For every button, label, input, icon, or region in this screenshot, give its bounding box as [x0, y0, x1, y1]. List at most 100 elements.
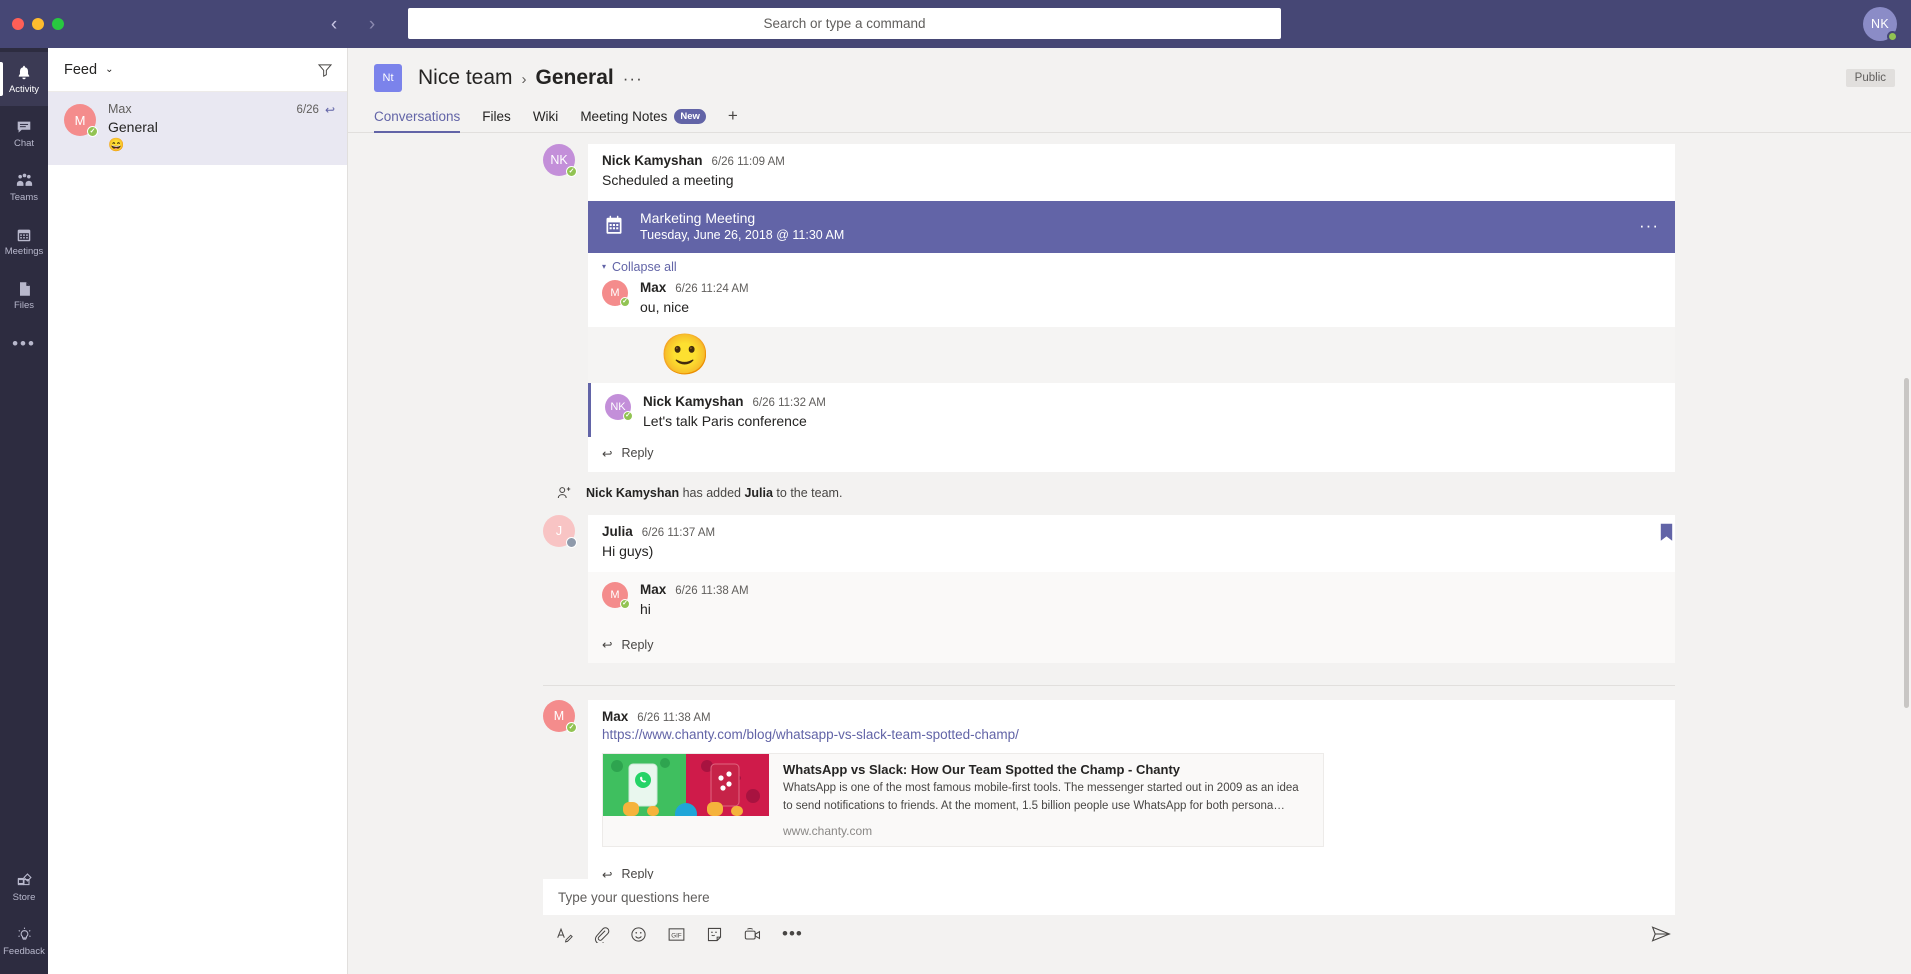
- reply-arrow-icon: ↩: [602, 637, 612, 652]
- sidebar-item-label: Feedback: [3, 947, 45, 957]
- reply-label: Reply: [621, 446, 653, 460]
- page-title: Feed: [64, 62, 97, 78]
- sidebar-item-label: Files: [14, 301, 34, 311]
- maximize-window-button[interactable]: [52, 18, 64, 30]
- sidebar-item-feedback[interactable]: Feedback: [0, 914, 48, 968]
- teams-icon: [15, 172, 34, 191]
- send-icon[interactable]: [1651, 925, 1675, 943]
- list-item-author: Max: [108, 102, 132, 116]
- back-button[interactable]: ‹: [324, 15, 344, 34]
- format-text-icon[interactable]: [556, 926, 573, 943]
- sidebar-item-label: Store: [13, 893, 36, 903]
- message-text: Scheduled a meeting: [602, 171, 1661, 190]
- sidebar-item-activity[interactable]: Activity: [0, 52, 48, 106]
- gif-icon[interactable]: GIF: [667, 926, 686, 943]
- check-icon: ✓: [569, 724, 575, 731]
- message-timestamp: 6/26 11:24 AM: [675, 283, 748, 295]
- calendar-icon: [604, 215, 624, 236]
- more-icon[interactable]: •••: [782, 924, 803, 944]
- message-reply-body: Max 6/26 11:38 AM hi: [640, 582, 749, 619]
- list-item[interactable]: M ✓ Max 6/26 ↩ General 😄: [48, 92, 347, 165]
- link-preview-card[interactable]: WhatsApp vs Slack: How Our Team Spotted …: [602, 753, 1324, 847]
- minimize-window-button[interactable]: [32, 18, 44, 30]
- system-message-actor: Nick Kamyshan: [586, 486, 679, 500]
- meet-now-icon[interactable]: [743, 926, 762, 943]
- sidebar-item-teams[interactable]: Teams: [0, 160, 48, 214]
- message-link[interactable]: https://www.chanty.com/blog/whatsapp-vs-…: [602, 727, 1661, 742]
- avatar: NK ✓: [543, 144, 575, 176]
- message-header: Nick Kamyshan 6/26 11:09 AM: [602, 153, 1661, 168]
- message: M ✓ Max 6/26 11:38 AM https://www.chanty…: [348, 700, 1911, 879]
- thread: M ✓ Max 6/26 11:38 AM https://www.chanty…: [348, 700, 1911, 879]
- attach-icon[interactable]: [593, 926, 610, 943]
- conversation-list[interactable]: NK ✓ Nick Kamyshan 6/26 11:09 AM Schedul…: [348, 144, 1911, 879]
- meeting-more-options-button[interactable]: ···: [1639, 216, 1659, 236]
- title-bar: ‹ › NK: [0, 0, 1911, 48]
- message-reply: NK ✓ Nick Kamyshan 6/26 11:32 AM: [588, 383, 1675, 437]
- add-tab-button[interactable]: +: [728, 106, 738, 126]
- tab-conversations[interactable]: Conversations: [374, 100, 460, 133]
- channel-more-options-button[interactable]: ···: [623, 69, 643, 89]
- message-content: Max 6/26 11:38 AM https://www.chanty.com…: [588, 700, 1675, 858]
- tab-wiki[interactable]: Wiki: [533, 100, 559, 133]
- reply-button[interactable]: ↩ Reply: [588, 628, 1675, 663]
- bookmark-icon[interactable]: [1660, 523, 1673, 542]
- check-icon: ✓: [622, 298, 628, 305]
- filter-icon[interactable]: [317, 62, 333, 78]
- message-bubble: Julia 6/26 11:37 AM Hi guys) M ✓: [588, 515, 1675, 664]
- avatar: M ✓: [543, 700, 575, 732]
- message-content: Julia 6/26 11:37 AM Hi guys): [588, 515, 1675, 572]
- compose-box[interactable]: [543, 879, 1675, 915]
- avatar-initials: M: [554, 709, 564, 723]
- message-text: ou, nice: [640, 298, 749, 317]
- presence-indicator: ✓: [566, 166, 577, 177]
- avatar-initials: M: [610, 287, 619, 299]
- reply-button[interactable]: ↩ Reply: [588, 858, 1675, 879]
- search-bar[interactable]: [408, 8, 1281, 39]
- search-input[interactable]: [408, 8, 1281, 39]
- breadcrumb-team[interactable]: Nice team: [418, 66, 513, 90]
- sidebar-item-chat[interactable]: Chat: [0, 106, 48, 160]
- collapse-all-button[interactable]: ▾ Collapse all: [588, 253, 1675, 280]
- avatar-initials: NK: [550, 153, 567, 167]
- close-window-button[interactable]: [12, 18, 24, 30]
- add-person-icon: [556, 486, 573, 501]
- sidebar-item-store[interactable]: Store: [0, 860, 48, 914]
- thread: J Julia 6/26 11:37 AM Hi guys): [348, 515, 1911, 664]
- avatar: M ✓: [602, 582, 628, 608]
- rail-bottom-group: Store Feedback: [0, 860, 48, 968]
- link-preview-title: WhatsApp vs Slack: How Our Team Spotted …: [783, 762, 1311, 777]
- channel-pane: Nt Nice team › General ··· Public Conver…: [348, 48, 1911, 974]
- tab-meeting-notes[interactable]: Meeting Notes New: [580, 100, 706, 133]
- message: J Julia 6/26 11:37 AM Hi guys): [348, 515, 1911, 664]
- sidebar-more-apps-button[interactable]: •••: [0, 322, 48, 366]
- teams-app-window: ‹ › NK Activity: [0, 0, 1911, 974]
- meeting-card[interactable]: Marketing Meeting Tuesday, June 26, 2018…: [588, 201, 1675, 253]
- emoji-icon[interactable]: [630, 926, 647, 943]
- chevron-down-icon[interactable]: ⌄: [105, 64, 113, 75]
- link-preview-meta: WhatsApp vs Slack: How Our Team Spotted …: [769, 754, 1323, 846]
- message-author: Nick Kamyshan: [602, 153, 703, 168]
- chevron-right-icon: ›: [522, 71, 527, 88]
- presence-indicator: [1887, 31, 1898, 42]
- sticker-icon[interactable]: [706, 926, 723, 943]
- calendar-icon: [15, 226, 33, 245]
- message-header: Julia 6/26 11:37 AM: [602, 524, 1661, 539]
- message-bubble: Nick Kamyshan 6/26 11:09 AM Scheduled a …: [588, 144, 1675, 472]
- message-author: Nick Kamyshan: [643, 394, 744, 409]
- message-input[interactable]: [558, 890, 1660, 905]
- reply-button[interactable]: ↩ Reply: [588, 437, 1675, 472]
- list-item-header: Max 6/26 ↩: [108, 102, 335, 117]
- sidebar-item-meetings[interactable]: Meetings: [0, 214, 48, 268]
- message-header: Max 6/26 11:24 AM: [640, 280, 749, 295]
- scrollbar[interactable]: [1904, 378, 1909, 708]
- sidebar-item-label: Teams: [10, 193, 38, 203]
- list-item-date: 6/26: [297, 104, 319, 116]
- forward-button[interactable]: ›: [362, 15, 382, 34]
- sidebar-item-files[interactable]: Files: [0, 268, 48, 322]
- reply-arrow-icon: ↩: [602, 867, 612, 879]
- team-avatar: Nt: [374, 64, 402, 92]
- tab-files[interactable]: Files: [482, 100, 511, 133]
- reply-label: Reply: [621, 638, 653, 652]
- bell-icon: [15, 64, 33, 83]
